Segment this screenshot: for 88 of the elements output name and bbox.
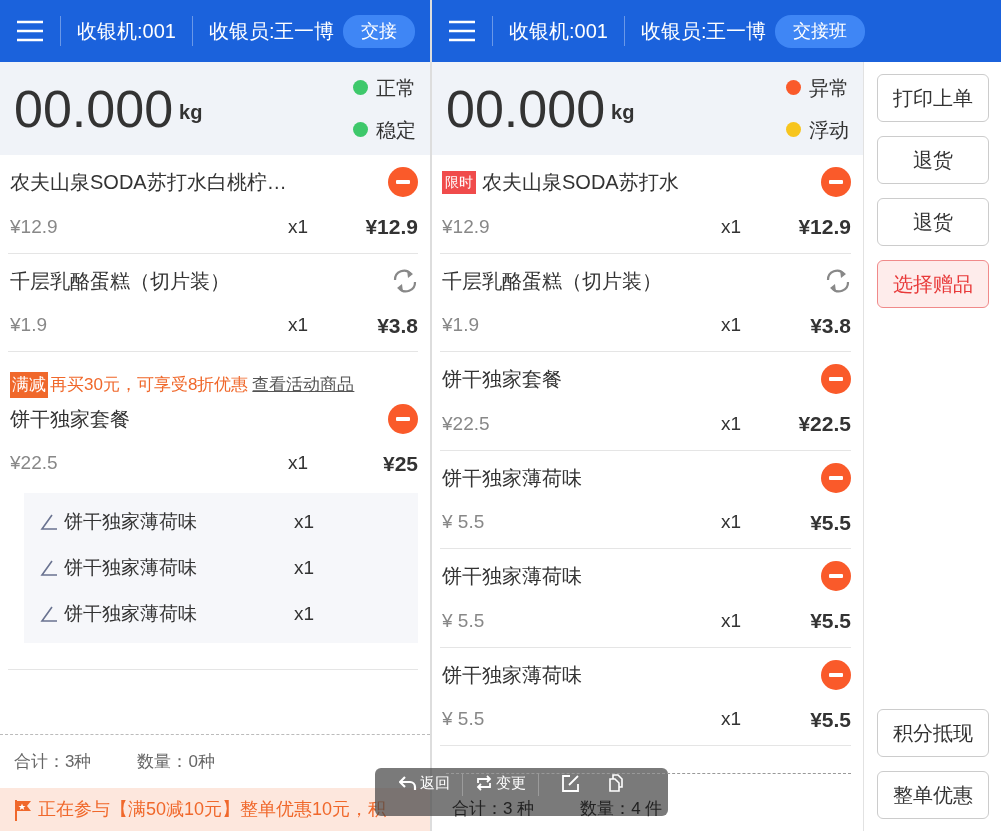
unit-price: ¥22.5 xyxy=(10,451,59,475)
remove-icon[interactable] xyxy=(821,462,851,493)
quantity: x1 xyxy=(288,214,310,239)
unit-price: ¥ 5.5 xyxy=(442,608,486,633)
action-button[interactable]: 选择赠品 xyxy=(876,260,989,308)
unit-price: ¥12.9 xyxy=(442,214,491,239)
view-promo-link[interactable]: 查看活动商品 xyxy=(252,372,355,398)
quantity: x1 xyxy=(288,313,310,337)
flag-icon xyxy=(14,798,32,821)
line-total: ¥5.5 xyxy=(809,608,851,634)
menu-icon[interactable] xyxy=(448,19,476,43)
weight-unit: kg xyxy=(179,100,203,125)
status-label: 浮动 xyxy=(809,117,849,143)
action-button[interactable]: 整单优惠 xyxy=(876,771,989,819)
total-quantity: 数量：0种 xyxy=(137,750,215,773)
action-button[interactable]: 积分抵现 xyxy=(876,709,989,757)
cashier-label: 收银员:王一博 xyxy=(208,19,335,44)
unit-price: ¥ 5.5 xyxy=(442,510,486,534)
menu-icon[interactable] xyxy=(16,19,44,43)
product-name: 农夫山泉SODA苏打水 xyxy=(482,170,679,195)
unit-price: ¥1.9 xyxy=(442,313,480,337)
promo-text: 再买30元，可享受8折优惠 xyxy=(50,374,249,396)
machine-label: 收银机:001 xyxy=(77,19,176,44)
total-kinds: 合计：3种 xyxy=(14,750,92,773)
action-button[interactable]: 打印上单 xyxy=(876,74,989,122)
remove-icon[interactable] xyxy=(388,167,418,197)
line-total: ¥3.8 xyxy=(809,312,851,339)
product-name: 饼干独家套餐 xyxy=(442,367,562,392)
handover-button[interactable]: 交接 xyxy=(342,14,415,48)
quantity: x1 xyxy=(721,707,743,731)
quantity: x1 xyxy=(721,608,743,633)
line-total: ¥3.8 xyxy=(376,312,418,339)
quantity: x1 xyxy=(721,313,743,337)
line-total: ¥22.5 xyxy=(797,411,851,437)
unit-price: ¥12.9 xyxy=(10,214,59,239)
cashier-label: 收银员:王一博 xyxy=(640,19,767,44)
angle-icon xyxy=(40,559,58,577)
product-name: 饼干独家套餐 xyxy=(10,406,130,432)
remove-icon[interactable] xyxy=(821,561,851,591)
quantity: x1 xyxy=(721,411,743,436)
product-name: 饼干独家薄荷味 xyxy=(442,662,582,688)
status-label: 正常 xyxy=(376,75,416,101)
total-quantity: 数量：4 件 xyxy=(580,797,663,820)
remove-icon[interactable] xyxy=(821,364,851,394)
product-name: 千层乳酪蛋糕（切片装） xyxy=(10,268,230,294)
sub-item-quantity: x1 xyxy=(294,555,315,580)
limited-tag: 限时 xyxy=(442,170,476,194)
line-total: ¥12.9 xyxy=(797,214,851,240)
toolbar-button[interactable]: 变更 xyxy=(473,774,528,792)
quantity: x1 xyxy=(288,451,310,475)
total-kinds: 合计：3 种 xyxy=(452,797,535,820)
angle-icon xyxy=(40,513,58,531)
weight-reading: 00.000 xyxy=(14,82,174,135)
unit-price: ¥ 5.5 xyxy=(442,707,486,731)
weight-reading: 00.000 xyxy=(446,82,606,135)
line-total: ¥5.5 xyxy=(809,706,851,733)
sub-item-name: 饼干独家薄荷味 xyxy=(64,509,198,534)
weight-unit: kg xyxy=(611,100,635,125)
unit-price: ¥22.5 xyxy=(442,411,491,436)
product-name: 千层乳酪蛋糕（切片装） xyxy=(442,268,662,294)
quantity: x1 xyxy=(721,214,743,239)
sub-item-quantity: x1 xyxy=(294,509,315,534)
machine-label: 收银机:001 xyxy=(509,19,608,44)
product-name: 饼干独家薄荷味 xyxy=(442,465,582,491)
action-button[interactable]: 退货 xyxy=(876,136,989,184)
remove-icon[interactable] xyxy=(388,403,418,434)
sub-item-name: 饼干独家薄荷味 xyxy=(64,555,198,580)
product-name: 农夫山泉SODA苏打水白桃柠… xyxy=(10,170,287,195)
back-arrow-icon xyxy=(399,774,417,792)
line-total: ¥25 xyxy=(381,450,418,477)
line-total: ¥12.9 xyxy=(364,214,418,240)
product-name: 饼干独家薄荷味 xyxy=(442,564,582,589)
swap-arrows-icon xyxy=(475,774,493,792)
sub-item-quantity: x1 xyxy=(294,601,315,626)
remove-icon[interactable] xyxy=(821,167,851,197)
unit-price: ¥1.9 xyxy=(10,313,48,337)
status-label: 稳定 xyxy=(376,117,416,143)
line-total: ¥5.5 xyxy=(809,509,851,536)
promo-tag: 满减 xyxy=(10,372,48,398)
edit-icon[interactable] xyxy=(561,774,581,794)
handover-button[interactable]: 交接班 xyxy=(774,14,865,48)
angle-icon xyxy=(40,605,58,623)
toolbar-button[interactable]: 返回 xyxy=(397,774,452,792)
sub-item-name: 饼干独家薄荷味 xyxy=(64,601,198,626)
quantity: x1 xyxy=(721,510,743,534)
status-label: 异常 xyxy=(809,75,849,101)
action-button[interactable]: 退货 xyxy=(876,198,989,246)
remove-icon[interactable] xyxy=(821,659,851,690)
